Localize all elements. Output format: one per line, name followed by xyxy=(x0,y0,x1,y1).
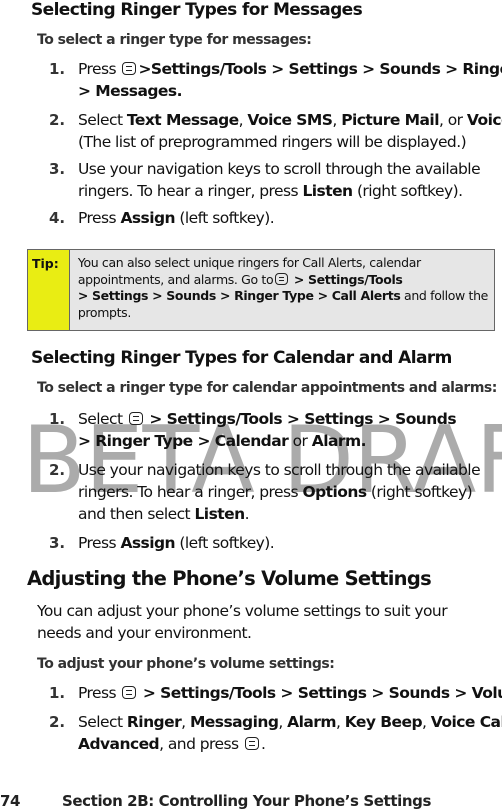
step-text: (left softkey). xyxy=(179,209,275,227)
option-alarm: Alarm xyxy=(287,713,336,731)
option-voicemail: Voicemail xyxy=(466,111,502,129)
step-number: 3. xyxy=(49,160,66,178)
menu-path-continued: > Ringer Type > Calendar xyxy=(78,432,289,450)
section-heading-volume: Adjusting the Phone’s Volume Settings xyxy=(27,567,432,590)
menu-ok-key-icon xyxy=(128,412,143,425)
menu-path: >Settings/Tools > Settings > Sounds > Ri… xyxy=(138,60,502,78)
softkey-assign: Assign xyxy=(120,209,176,227)
option-voice-call: Voice Call xyxy=(430,713,502,731)
menu-option-listen: Listen xyxy=(194,505,245,523)
step-text: Select xyxy=(78,111,123,129)
step-number: 1. xyxy=(49,410,66,428)
softkey-assign: Assign xyxy=(120,534,176,552)
option-messaging: Messaging xyxy=(189,713,279,731)
step-text: Press xyxy=(78,534,117,552)
step-text: Press xyxy=(78,209,117,227)
step-text: and then select xyxy=(78,505,191,523)
footer-section-title: Section 2B: Controlling Your Phone’s Set… xyxy=(62,792,431,810)
tip-text: prompts. xyxy=(77,304,132,320)
page-number: 74 xyxy=(0,792,21,810)
step-text: Select xyxy=(78,410,123,428)
step-text: , and press xyxy=(159,735,239,753)
step-number: 2. xyxy=(49,111,66,129)
option-picture-mail: Picture Mail xyxy=(341,111,439,129)
separator: , xyxy=(332,111,337,129)
softkey-options: Options xyxy=(302,483,367,501)
menu-path: > Settings/Tools > Settings > Sounds xyxy=(149,410,456,428)
punctuation: . xyxy=(260,735,266,753)
menu-ok-key-icon xyxy=(244,737,259,750)
tip-box: Tip: You can also select unique ringers … xyxy=(27,249,495,331)
option-key-beep: Key Beep xyxy=(344,713,423,731)
tip-body: You can also select unique ringers for C… xyxy=(69,250,494,330)
separator: , or xyxy=(438,111,463,129)
section-lead-volume: To adjust your phone’s volume settings: xyxy=(37,656,335,672)
step-number: 3. xyxy=(49,534,66,552)
section-intro: needs and your environment. xyxy=(37,624,252,642)
step-number: 1. xyxy=(49,684,66,702)
menu-path: > Settings/Tools > Settings > Sounds > V… xyxy=(142,684,502,702)
step-text: Use your navigation keys to scroll throu… xyxy=(78,461,481,479)
tip-menu-path: > Settings > Sounds > Ringer Type > Call… xyxy=(77,288,401,303)
step-number: 2. xyxy=(49,713,66,731)
separator: , xyxy=(238,111,244,129)
tip-label: Tip: xyxy=(28,250,70,330)
step-text: Press xyxy=(78,684,117,702)
step-number: 4. xyxy=(49,209,66,227)
step-note: (The list of preprogrammed ringers will … xyxy=(78,133,467,151)
menu-ok-key-icon xyxy=(122,686,137,699)
step-text: or xyxy=(292,432,308,450)
option-text-message: Text Message xyxy=(126,111,239,129)
step-text: (right softkey) xyxy=(370,483,473,501)
step-text: (left softkey). xyxy=(179,534,275,552)
step-text: ringers. To hear a ringer, press xyxy=(78,483,299,501)
step-text: Use your navigation keys to scroll throu… xyxy=(78,160,481,178)
option-voice-sms: Voice SMS xyxy=(247,111,333,129)
step-text: ringers. To hear a ringer, press xyxy=(78,182,299,200)
tip-text: and follow the xyxy=(404,288,488,303)
step-number: 2. xyxy=(49,461,66,479)
softkey-listen: Listen xyxy=(302,182,353,200)
step-number: 1. xyxy=(49,60,66,78)
option-ringer: Ringer xyxy=(126,713,182,731)
tip-text: appointments, and alarms. Go to xyxy=(77,271,274,287)
section-intro: You can adjust your phone’s volume setti… xyxy=(37,602,448,620)
tip-text: You can also select unique ringers for C… xyxy=(77,255,421,270)
step-text: (right softkey). xyxy=(356,182,463,200)
menu-ok-key-icon xyxy=(122,62,137,75)
tip-menu-path: > Settings/Tools xyxy=(293,271,403,287)
section-heading-messages: Selecting Ringer Types for Messages xyxy=(31,0,363,20)
option-advanced: Advanced xyxy=(78,735,160,753)
menu-path-continued: > Messages. xyxy=(78,82,182,100)
menu-ok-key-icon xyxy=(275,272,289,285)
punctuation: . xyxy=(244,505,250,523)
menu-option-alarm: Alarm. xyxy=(311,432,367,450)
section-lead-calendar-alarm: To select a ringer type for calendar app… xyxy=(37,380,497,396)
section-lead-messages: To select a ringer type for messages: xyxy=(37,32,312,48)
step-text: Press xyxy=(78,60,117,78)
section-heading-calendar-alarm: Selecting Ringer Types for Calendar and … xyxy=(31,348,452,368)
step-text: Select xyxy=(78,713,123,731)
